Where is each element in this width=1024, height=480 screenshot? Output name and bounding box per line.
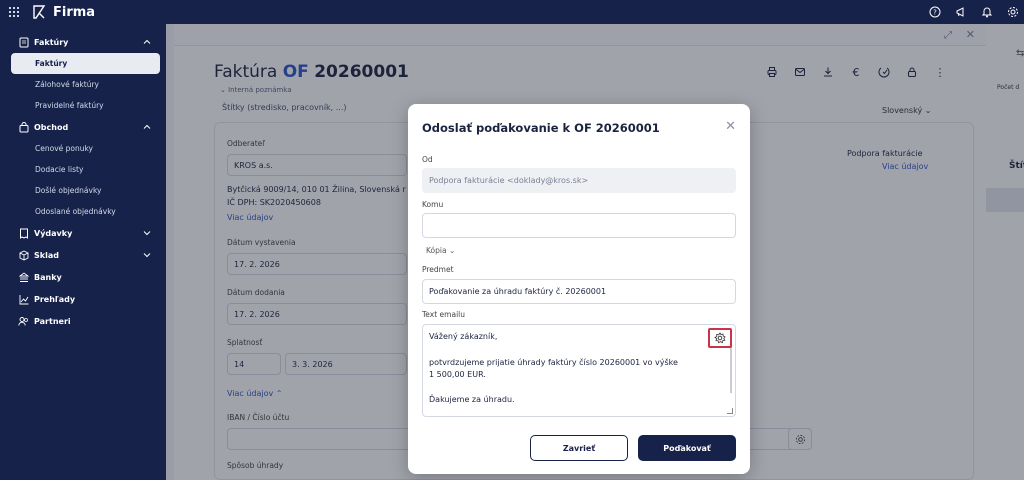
resize-handle[interactable] — [727, 408, 733, 414]
bag-icon — [18, 121, 29, 133]
send-thanks-dialog: Odoslať poďakovanie k OF 20260001 ✕ Od P… — [408, 104, 750, 474]
copy-toggle[interactable]: Kópia ⌄ — [426, 246, 455, 255]
chevron-up-icon — [143, 124, 151, 129]
app-logo[interactable]: Firma — [31, 4, 95, 20]
chevron-down-icon — [143, 231, 151, 236]
sidebar-section-banky[interactable]: Banky — [0, 266, 166, 288]
from-label: Od — [422, 155, 433, 164]
sidebar-section-faktury[interactable]: Faktúry — [0, 31, 166, 53]
sidebar-section-label: Partneri — [34, 316, 71, 326]
textarea-scrollbar[interactable] — [730, 345, 732, 393]
chart-icon — [18, 294, 29, 305]
help-icon[interactable]: ? — [927, 4, 942, 19]
sidebar: Faktúry Faktúry Zálohové faktúry Pravide… — [0, 24, 166, 480]
copy-label: Kópia — [426, 246, 447, 255]
firma-logo-icon — [33, 5, 46, 19]
chevron-down-icon — [143, 253, 151, 258]
subject-field[interactable]: Poďakovanie za úhradu faktúry č. 2026000… — [422, 279, 736, 304]
bell-icon[interactable] — [979, 4, 994, 19]
sidebar-section-label: Sklad — [34, 250, 59, 260]
to-label: Komu — [422, 200, 444, 209]
email-body-textarea[interactable]: Vážený zákazník, potvrdzujeme prijatie ú… — [422, 324, 736, 417]
cancel-button[interactable]: Zavrieť — [530, 435, 628, 461]
sidebar-section-vydavky[interactable]: Výdavky — [0, 222, 166, 244]
sidebar-section-sklad[interactable]: Sklad — [0, 244, 166, 266]
sidebar-section-obchod[interactable]: Obchod — [0, 116, 166, 138]
body-label: Text emailu — [422, 310, 465, 319]
sidebar-section-label: Faktúry — [34, 37, 69, 47]
sidebar-section-partneri[interactable]: Partneri — [0, 310, 166, 332]
sidebar-item-pravidelne-faktury[interactable]: Pravidelné faktúry — [0, 95, 166, 116]
from-field: Podpora fakturácie <doklady@kros.sk> — [422, 168, 736, 193]
sidebar-item-dodacie-listy[interactable]: Dodacie listy — [0, 159, 166, 180]
app-grid-icon[interactable] — [9, 7, 19, 17]
invoice-icon — [18, 37, 29, 48]
body-line: 1 500,00 EUR. — [429, 370, 486, 379]
svg-text:?: ? — [933, 8, 937, 16]
subject-label: Predmet — [422, 265, 454, 274]
sidebar-item-odoslane-objednavky[interactable]: Odoslané objednávky — [0, 201, 166, 222]
megaphone-icon[interactable] — [953, 4, 968, 19]
receipt-icon — [18, 228, 29, 239]
dialog-title: Odoslať poďakovanie k OF 20260001 — [422, 121, 660, 135]
sidebar-item-faktury[interactable]: Faktúry — [11, 53, 160, 74]
sidebar-item-zalohove-faktury[interactable]: Zálohové faktúry — [0, 74, 166, 95]
send-thanks-button[interactable]: Poďakovať — [638, 435, 736, 461]
sidebar-section-label: Prehľady — [34, 294, 76, 304]
chevron-up-icon — [143, 39, 151, 44]
app-name: Firma — [53, 4, 96, 20]
sidebar-section-label: Výdavky — [34, 228, 73, 238]
sidebar-section-label: Banky — [34, 272, 62, 282]
top-bar: Firma ? — [0, 0, 1024, 24]
sidebar-item-dosle-objednavky[interactable]: Došlé objednávky — [0, 180, 166, 201]
settings-icon[interactable] — [1005, 4, 1020, 19]
sidebar-section-prehlady[interactable]: Prehľady — [0, 288, 166, 310]
gear-icon[interactable] — [708, 328, 732, 348]
close-icon[interactable]: ✕ — [725, 119, 736, 134]
box-icon — [18, 249, 29, 261]
sidebar-item-cenove-ponuky[interactable]: Cenové ponuky — [0, 138, 166, 159]
body-line: Vážený zákazník, — [429, 332, 498, 341]
people-icon — [18, 316, 29, 327]
body-line: potvrdzujeme prijatie úhrady faktúry čís… — [429, 358, 678, 367]
bank-icon — [18, 271, 29, 283]
sidebar-section-label: Obchod — [34, 122, 69, 132]
body-line: Ďakujeme za úhradu. — [429, 395, 515, 404]
to-field[interactable] — [422, 213, 736, 238]
